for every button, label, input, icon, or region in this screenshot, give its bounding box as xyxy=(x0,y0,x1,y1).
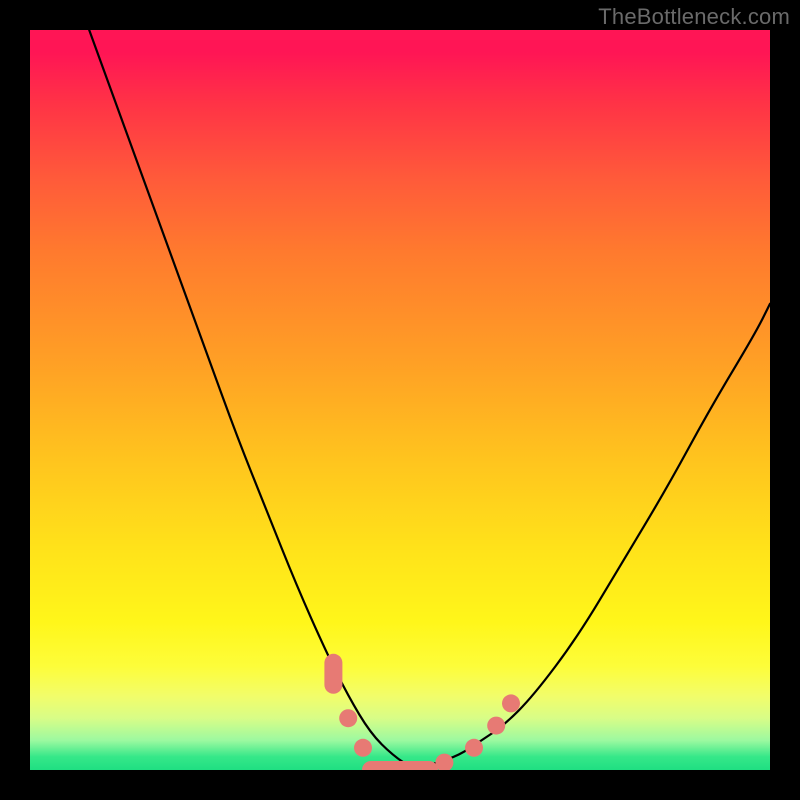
marker-1 xyxy=(339,709,357,727)
bottleneck-curve-svg xyxy=(30,30,770,770)
marker-7 xyxy=(502,694,520,712)
watermark-text: TheBottleneck.com xyxy=(598,4,790,30)
marker-2 xyxy=(354,739,372,757)
marker-4 xyxy=(435,754,453,770)
marker-0 xyxy=(324,654,342,694)
chart-frame: TheBottleneck.com xyxy=(0,0,800,800)
marker-3 xyxy=(362,761,438,770)
markers-group xyxy=(324,654,520,770)
plot-area xyxy=(30,30,770,770)
marker-6 xyxy=(487,717,505,735)
marker-5 xyxy=(465,739,483,757)
bottleneck-curve xyxy=(89,30,770,768)
